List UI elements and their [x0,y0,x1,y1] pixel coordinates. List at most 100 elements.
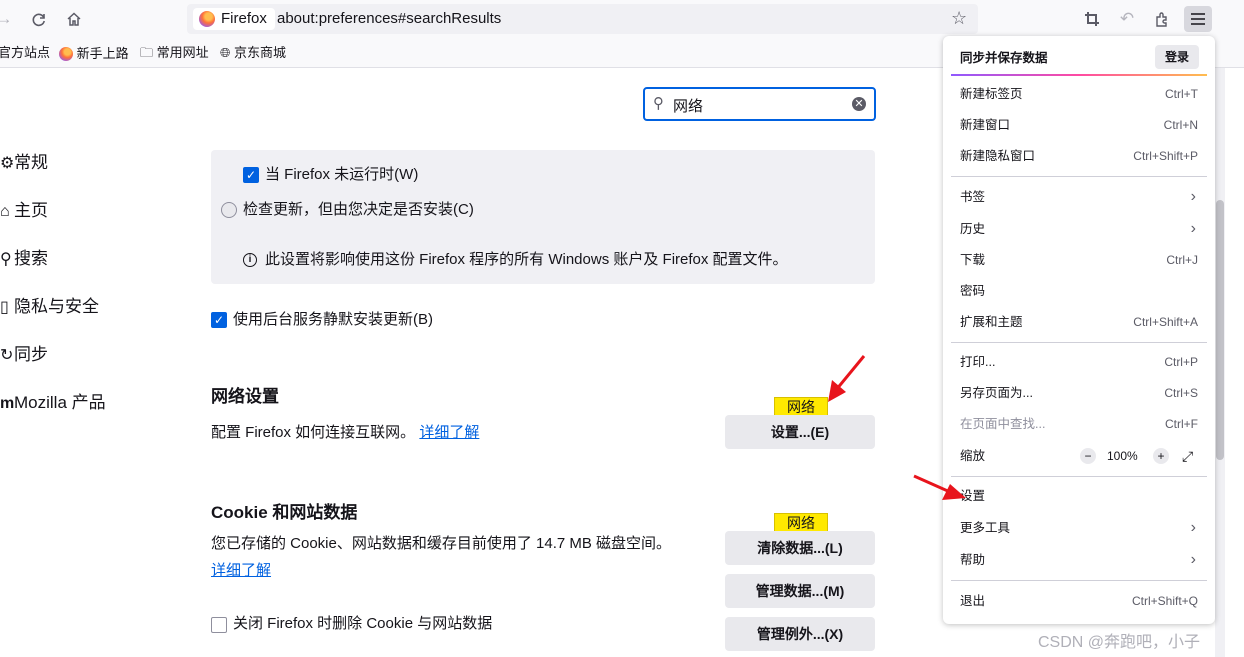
firefox-logo-icon [199,11,215,27]
menu-label: 另存页面为... [960,386,1033,400]
scrollbar-thumb[interactable] [1216,200,1224,460]
menu-label: 更多工具 [960,521,1011,535]
identity-box[interactable]: Firefox [193,8,275,30]
shortcut: Ctrl+S [1164,386,1198,400]
forward-icon[interactable]: → [0,6,18,32]
screenshot-icon[interactable] [1078,6,1106,32]
menu-item-find[interactable]: 在页面中查找... Ctrl+F [960,414,1198,434]
checkbox-label: 关闭 Firefox 时删除 Cookie 与网站数据 [233,615,493,632]
shortcut: Ctrl+T [1165,87,1198,101]
menu-separator [951,342,1207,343]
menu-item-new-private[interactable]: 新建隐私窗口 Ctrl+Shift+P [960,146,1198,166]
menu-separator [951,580,1207,581]
bookmark-item[interactable]: 官方站点 [0,44,50,62]
radio-check-only[interactable] [221,202,237,218]
category-label: 搜索 [14,249,48,268]
menu-item-settings[interactable]: 设置 [960,486,1198,506]
bookmark-item[interactable]: 新手上路 [59,44,129,63]
category-privacy[interactable]: ▯ 隐私与安全 [0,295,99,320]
menu-label: 在页面中查找... [960,417,1046,431]
menu-item-help[interactable]: 帮助 › [960,550,1198,570]
app-menu-panel: 同步并保存数据 登录 新建标签页 Ctrl+T 新建窗口 Ctrl+N 新建隐私窗口… [943,36,1215,624]
shortcut: Ctrl+Shift+Q [1131,594,1198,608]
search-highlight-badge: 网络 [774,513,828,538]
menu-item-downloads[interactable]: 下载 Ctrl+J [960,250,1198,270]
checkbox-when-not-running[interactable]: ✓ [243,167,259,183]
manage-data-button[interactable]: 管理数据...(M) [725,574,875,608]
shortcut: Ctrl+F [1165,417,1198,431]
learn-more-link[interactable]: 详细了解 [211,561,271,581]
menu-item-exit[interactable]: 退出 Ctrl+Shift+Q [960,591,1198,611]
navigation-toolbar: → Firefox about:preferences#searchResult… [0,0,1244,38]
search-value: 网络 [673,98,704,115]
chevron-right-icon: › [1190,519,1196,536]
shortcut: Ctrl+Shift+P [1133,149,1198,163]
home-icon: ⌂ [0,203,10,220]
menu-item-new-tab[interactable]: 新建标签页 Ctrl+T [960,84,1198,104]
radio-label: 检查更新，但由您决定是否安装(C) [243,201,474,218]
app-menu-icon[interactable] [1184,6,1212,32]
chevron-right-icon: › [1190,220,1196,237]
menu-label: 新建窗口 [960,118,1011,132]
learn-more-link[interactable]: 详细了解 [419,424,479,441]
menu-item-passwords[interactable]: 密码 [960,281,1198,301]
menu-item-new-window[interactable]: 新建窗口 Ctrl+N [960,115,1198,135]
menu-item-addons[interactable]: 扩展和主题 Ctrl+Shift+A [960,312,1198,332]
url-text[interactable]: about:preferences#searchResults [277,8,501,30]
category-mozilla[interactable]: mMozilla 产品 [0,391,106,416]
zoom-out-button[interactable]: − [1080,448,1096,464]
clear-icon[interactable]: ✕ [852,97,866,111]
fullscreen-icon[interactable]: ⤢ [1182,446,1193,466]
category-general[interactable]: ⚙常规 [0,151,48,176]
checkbox-delete-on-close[interactable] [211,617,227,633]
search-input[interactable]: ⚲ 网络 ✕ [643,87,876,121]
login-button[interactable]: 登录 [1155,45,1199,69]
home-icon[interactable] [60,6,88,32]
category-label: 常规 [14,153,48,172]
checkbox-label: 当 Firefox 未运行时(W) [265,166,419,183]
menu-item-print[interactable]: 打印... Ctrl+P [960,352,1198,372]
url-bar[interactable]: Firefox about:preferences#searchResults … [187,4,978,34]
shortcut: Ctrl+N [1163,118,1198,132]
clear-data-button[interactable]: 清除数据...(L) [725,531,875,565]
extensions-icon[interactable] [1148,6,1176,32]
category-home[interactable]: ⌂ 主页 [0,199,48,224]
menu-label: 缩放 [960,449,986,463]
annotation-arrow [913,474,966,500]
identity-label: Firefox [221,10,267,27]
zoom-in-button[interactable]: + [1153,448,1169,464]
category-sync[interactable]: ↻同步 [0,343,48,368]
folder-icon: 🗀 [140,45,154,60]
shortcut: Ctrl+J [1166,253,1198,267]
undo-icon[interactable]: ↶ [1113,6,1141,32]
menu-item-more-tools[interactable]: 更多工具 › [960,518,1198,538]
menu-item-save-as[interactable]: 另存页面为... Ctrl+S [960,383,1198,403]
menu-item-bookmarks[interactable]: 书签 › [960,187,1198,207]
category-search[interactable]: ⚲ 搜索 [0,247,48,272]
annotation-arrow [828,355,866,402]
star-icon[interactable]: ☆ [951,8,967,29]
bookmark-item[interactable]: 🌐︎ 京东商城 [220,44,286,62]
zoom-level[interactable]: 100% [1107,446,1138,466]
reload-icon[interactable] [25,6,53,32]
search-icon: ⚲ [0,251,12,268]
network-description: 配置 Firefox 如何连接互联网。 详细了解 [211,423,479,443]
bookmark-folder[interactable]: 🗀 常用网址 [140,44,209,62]
category-label: 同步 [14,345,48,364]
network-settings-button[interactable]: 设置...(E) [725,415,875,449]
info-icon: i [243,253,257,267]
watermark: CSDN @奔跑吧，小子 [1038,634,1201,651]
info-text: 此设置将影响使用这份 Firefox 程序的所有 Windows 账户及 Fir… [265,251,788,268]
checkbox-background-service[interactable]: ✓ [211,312,227,328]
chevron-right-icon: › [1190,551,1196,568]
gear-icon: ⚙ [0,155,15,172]
menu-label: 打印... [960,355,996,369]
shortcut: Ctrl+Shift+A [1133,315,1198,329]
menu-separator [951,176,1207,177]
bookmark-label: 常用网址 [156,45,209,60]
manage-exceptions-button[interactable]: 管理例外...(X) [725,617,875,651]
menu-item-history[interactable]: 历史 › [960,219,1198,239]
menu-label: 退出 [960,594,986,608]
menu-label: 帮助 [960,553,986,567]
bookmark-label: 新手上路 [76,46,129,61]
